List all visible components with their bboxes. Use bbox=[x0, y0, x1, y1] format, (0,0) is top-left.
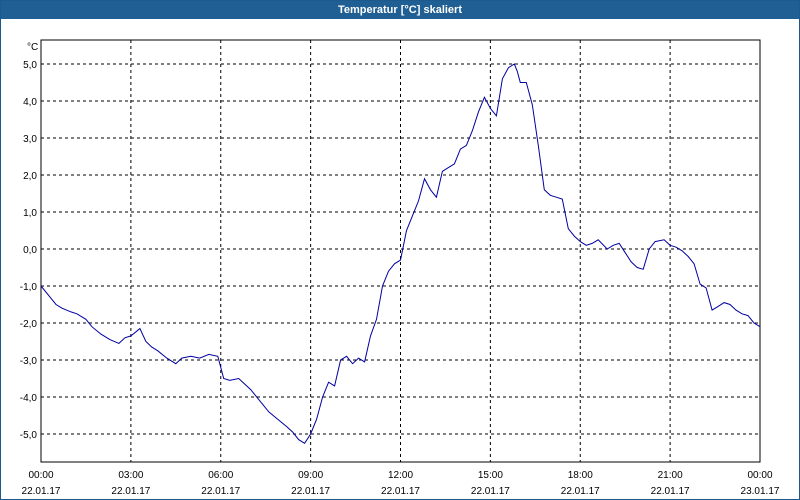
chart-window: Temperatur [°C] skaliert 5,0 4,0 3,0 2,0 1,0… bbox=[0, 0, 800, 500]
x-tick-date-label: 22.01.17 bbox=[111, 486, 150, 497]
x-tick-time-label: 18:00 bbox=[568, 470, 593, 481]
x-tick-date-label: 22.01.17 bbox=[201, 486, 240, 497]
y-axis-ticks: 5,0 4,0 3,0 2,0 1,0 0,0 -1,0 -2,0 -3,0 -4,0 -5,0 bbox=[20, 60, 38, 441]
y-tick-label: -4,0 bbox=[20, 393, 38, 404]
x-tick-time-label: 06:00 bbox=[208, 470, 233, 481]
x-tick-time-label: 12:00 bbox=[388, 470, 413, 481]
x-tick-date-label: 22.01.17 bbox=[381, 486, 420, 497]
x-tick-date-label: 22.01.17 bbox=[561, 486, 600, 497]
x-tick-date-label: 22.01.17 bbox=[291, 486, 330, 497]
temperature-chart: 5,0 4,0 3,0 2,0 1,0 0,0 -1,0 -2,0 -3,0 -4,0 -5,0 0… bbox=[20, 39, 780, 497]
x-tick-time-label: 15:00 bbox=[478, 470, 503, 481]
y-tick-label: 1,0 bbox=[23, 208, 37, 219]
x-tick-date-label: 23.01.17 bbox=[741, 486, 780, 497]
y-tick-label: -1,0 bbox=[20, 282, 38, 293]
window-title: Temperatur [°C] skaliert bbox=[1, 1, 799, 19]
y-axis-unit-label: °C bbox=[27, 42, 38, 53]
x-tick-date-label: 22.01.17 bbox=[471, 486, 510, 497]
y-tick-label: 2,0 bbox=[23, 171, 37, 182]
y-tick-label: 5,0 bbox=[23, 60, 37, 71]
x-tick-time-label: 03:00 bbox=[118, 470, 143, 481]
y-tick-label: 0,0 bbox=[23, 245, 37, 256]
x-axis-ticks: 00:00 22.01.17 03:00 22.01.17 06:00 22.01.17 0… bbox=[22, 470, 780, 497]
y-tick-label: -5,0 bbox=[20, 430, 38, 441]
y-tick-label: 4,0 bbox=[23, 97, 37, 108]
x-tick-date-label: 22.01.17 bbox=[22, 486, 61, 497]
y-tick-label: 3,0 bbox=[23, 134, 37, 145]
x-tick-time-label: 00:00 bbox=[747, 470, 772, 481]
x-tick-date-label: 22.01.17 bbox=[651, 486, 690, 497]
y-tick-label: -2,0 bbox=[20, 319, 38, 330]
y-tick-label: -3,0 bbox=[20, 356, 38, 367]
x-tick-time-label: 21:00 bbox=[658, 470, 683, 481]
x-tick-time-label: 00:00 bbox=[28, 470, 53, 481]
x-tick-time-label: 09:00 bbox=[298, 470, 323, 481]
